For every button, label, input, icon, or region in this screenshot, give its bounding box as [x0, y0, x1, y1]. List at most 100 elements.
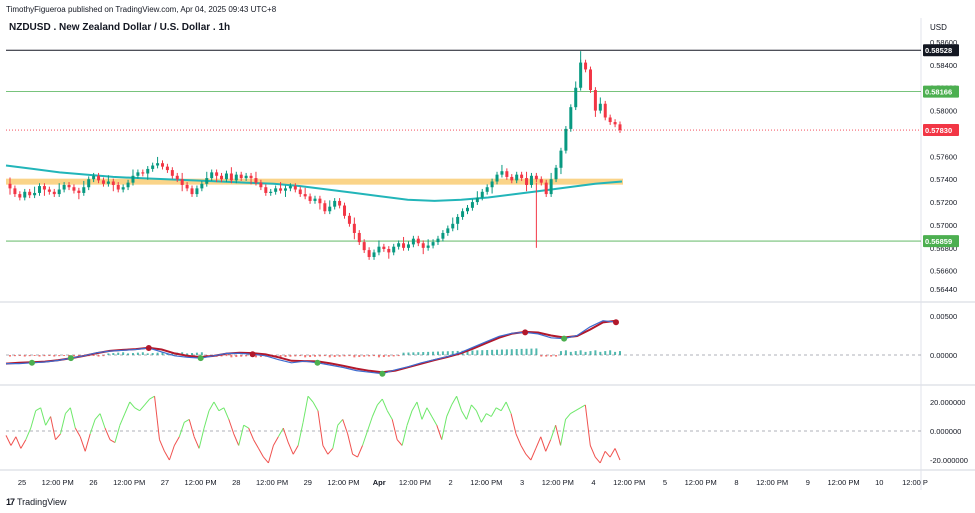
price-tick-label: 0.56440 — [930, 285, 957, 294]
macd-histogram-bar — [92, 355, 95, 356]
candle-body — [387, 248, 391, 253]
candle-body — [441, 232, 445, 239]
oscillator-segment — [550, 425, 557, 440]
candle-body — [111, 181, 115, 185]
candle-body — [170, 170, 174, 176]
candle-body — [165, 166, 169, 171]
macd-histogram-bar — [569, 351, 572, 355]
candle-body — [8, 183, 12, 189]
macd-tick-label: 0.00500 — [930, 312, 957, 321]
candle-body — [529, 175, 533, 185]
candle-body — [308, 196, 312, 201]
candle-body — [313, 198, 317, 201]
oscillator-segment — [208, 401, 215, 411]
price-tick-label: 0.56600 — [930, 267, 957, 276]
macd-histogram-bar — [195, 352, 198, 355]
oscillator-segment — [164, 451, 170, 461]
candle-body — [421, 243, 425, 248]
macd-histogram-bar — [289, 355, 292, 357]
candle-body — [372, 252, 376, 257]
macd-histogram-bar — [343, 355, 346, 357]
macd-histogram-bar — [550, 355, 553, 357]
macd-histogram-bar — [594, 350, 597, 355]
oscillator-segment — [15, 436, 22, 449]
macd-histogram-bar — [304, 355, 307, 358]
macd-histogram-bar — [131, 353, 134, 355]
candle-body — [190, 188, 194, 195]
candle-body — [13, 188, 17, 195]
macd-cross-dot — [522, 329, 529, 336]
candle-body — [598, 103, 602, 111]
candle-body — [333, 200, 337, 207]
oscillator-segment — [461, 410, 467, 420]
price-tick-label: 0.58400 — [930, 61, 957, 70]
time-tick-label: 5 — [663, 478, 667, 487]
candle-body — [534, 175, 538, 180]
level-badge-label: 0.57830 — [925, 126, 952, 135]
candle-body — [406, 244, 410, 248]
macd-histogram-bar — [122, 352, 125, 355]
macd-histogram-bar — [9, 355, 11, 357]
oscillator-segment — [565, 413, 571, 420]
candle-body — [205, 178, 209, 184]
price-tick-label: 0.57400 — [930, 175, 957, 184]
oscillator-segment — [74, 427, 81, 438]
time-tick-label: 8 — [734, 478, 738, 487]
macd-cross-dot — [145, 344, 152, 351]
time-tick-label: Apr — [373, 478, 386, 487]
candle-body — [525, 178, 529, 185]
time-tick-label: 26 — [89, 478, 97, 487]
oscillator-segment — [317, 410, 324, 446]
oscillator-tick-label: 20.000000 — [930, 398, 965, 407]
macd-histogram-bar — [427, 351, 430, 355]
macd-histogram-bar — [471, 350, 474, 355]
oscillator-segment — [109, 439, 116, 444]
candle-body — [33, 192, 37, 196]
candle-body — [603, 103, 607, 118]
chart-canvas[interactable]: 0.586000.584000.582000.580000.576000.574… — [0, 0, 975, 513]
macd-histogram-bar — [309, 355, 312, 358]
price-tick-label: 0.58000 — [930, 107, 957, 116]
macd-histogram-bar — [579, 350, 582, 355]
oscillator-segment — [495, 407, 502, 412]
oscillator-segment — [614, 448, 621, 461]
oscillator-segment — [45, 416, 51, 426]
candle-body — [338, 200, 342, 206]
oscillator-segment — [65, 407, 71, 414]
candle-body — [52, 191, 56, 195]
macd-cross-dot — [314, 359, 321, 366]
macd-histogram-bar — [402, 352, 405, 355]
oscillator-segment — [386, 410, 393, 420]
candle-body — [200, 183, 204, 189]
oscillator-segment — [10, 436, 17, 446]
oscillator-segment — [258, 448, 264, 458]
macd-histogram-bar — [574, 351, 577, 355]
macd-signal-line — [5, 319, 617, 374]
oscillator-segment — [371, 404, 378, 417]
candle-body — [42, 186, 46, 190]
oscillator-segment — [188, 419, 195, 437]
candle-body — [392, 246, 396, 253]
candle-body — [38, 186, 42, 193]
oscillator-segment — [114, 425, 121, 443]
oscillator-segment — [391, 419, 398, 440]
oscillator-segment — [441, 416, 448, 440]
oscillator-segment — [84, 433, 91, 452]
oscillator-segment — [500, 401, 507, 411]
oscillator-segment — [149, 395, 155, 400]
candle-body — [362, 242, 366, 251]
tradingview-logo[interactable]: 17 TradingView — [6, 497, 67, 507]
candle-body — [239, 174, 243, 179]
candle-body — [520, 174, 524, 179]
macd-histogram-bar — [230, 355, 233, 358]
macd-histogram-bar — [441, 351, 444, 355]
time-tick-label: 4 — [591, 478, 595, 487]
oscillator-segment — [272, 436, 279, 446]
candle-body — [126, 182, 130, 188]
macd-histogram-bar — [72, 355, 75, 357]
oscillator-segment — [431, 416, 438, 426]
oscillator-segment — [184, 418, 190, 423]
candle-body — [505, 171, 509, 177]
macd-histogram-bar — [530, 348, 533, 355]
candle-body — [175, 175, 179, 180]
